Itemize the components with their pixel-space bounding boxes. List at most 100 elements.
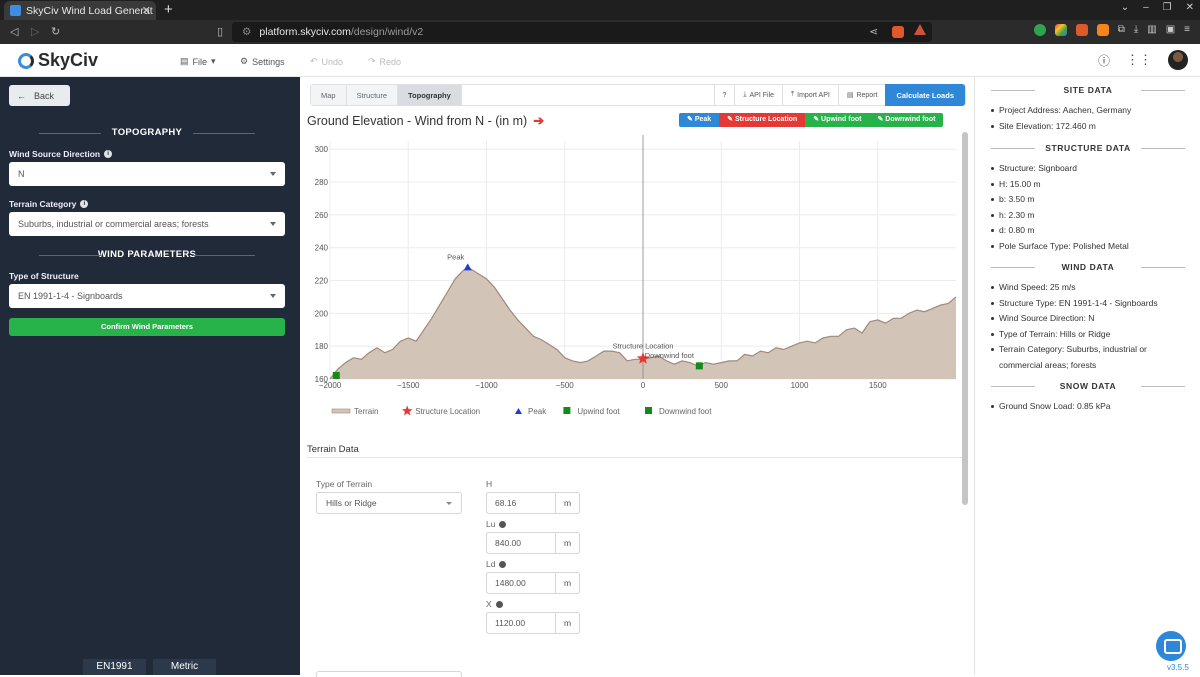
tab-map[interactable]: Map xyxy=(311,85,347,105)
terrain-category-select[interactable]: Suburbs, industrial or commercial areas;… xyxy=(9,212,285,236)
ld-input[interactable]: 1480.00 m xyxy=(486,572,580,594)
redo-button[interactable]: ↷ Redo xyxy=(368,56,401,67)
ld-label-text: Ld xyxy=(486,559,496,569)
info-icon[interactable] xyxy=(499,560,507,568)
next-field-partial xyxy=(316,671,462,677)
calculate-loads-button[interactable]: Calculate Loads xyxy=(885,84,965,106)
list-item: Structure: Signboard xyxy=(991,161,1191,177)
downwind-foot-button[interactable]: ✎ Downwind foot xyxy=(869,113,944,127)
honey-icon[interactable] xyxy=(1075,24,1088,36)
type-of-structure-select[interactable]: EN 1991-1-4 - Signboards xyxy=(9,284,285,308)
minimize-icon[interactable]: – xyxy=(1143,2,1149,13)
undo-button[interactable]: ↶ Undo xyxy=(310,56,343,67)
downwind-foot-button-label: Downwind foot xyxy=(885,116,936,123)
new-tab-icon[interactable]: + xyxy=(164,1,173,18)
extensions-icon[interactable]: ⧉ xyxy=(1118,24,1125,36)
lu-input[interactable]: 840.00 m xyxy=(486,532,580,554)
rewards-icon[interactable] xyxy=(914,24,926,35)
url-field[interactable]: ⚙ platform.skyciv.com/design/wind/v2 ⋖ xyxy=(232,22,932,42)
avatar[interactable] xyxy=(1168,50,1188,70)
close-window-icon[interactable]: ✕ xyxy=(1186,2,1194,13)
x-tick-label: −2000 xyxy=(319,381,342,390)
caret-down-icon xyxy=(446,502,452,505)
main-scrollbar[interactable] xyxy=(962,132,968,505)
elevation-chart[interactable]: 160180200220240260280300−2000 −1500 −1000−… xyxy=(300,135,962,425)
redo-icon: ↷ xyxy=(368,56,376,66)
skyciv-logo[interactable]: SkyCiv xyxy=(18,50,98,71)
browser-menu-icon[interactable]: ≡ xyxy=(1184,24,1190,36)
file-menu[interactable]: ▤ File ▾ xyxy=(180,56,216,67)
y-tick-label: 280 xyxy=(315,178,329,187)
wind-data-list: Wind Speed: 25 m/s Structure Type: EN 19… xyxy=(991,280,1191,373)
upwind-foot-marker xyxy=(332,372,340,379)
back-button[interactable]: ← Back xyxy=(9,85,70,106)
list-item: Type of Terrain: Hills or Ridge xyxy=(991,327,1191,343)
x-input[interactable]: 1120.00 m xyxy=(486,612,580,634)
wallet-icon[interactable]: ▣ xyxy=(1166,24,1175,36)
sidebar-toggle-icon[interactable]: ▥ xyxy=(1147,24,1156,36)
file-icon: ▤ xyxy=(180,56,189,66)
peak-button[interactable]: ✎ Peak xyxy=(679,113,720,127)
help-button[interactable]: ? xyxy=(713,85,735,105)
wind-source-direction-value: N xyxy=(18,169,25,179)
apps-grid-icon[interactable]: ⋮⋮ xyxy=(1126,52,1152,68)
structure-location-button[interactable]: ✎ Structure Location xyxy=(719,113,806,127)
x-tick-label: −500 xyxy=(556,381,575,390)
tab-topography[interactable]: Topography xyxy=(398,85,462,105)
site-data-list: Project Address: Aachen, Germany Site El… xyxy=(991,103,1191,134)
list-item: Wind Source Direction: N xyxy=(991,311,1191,327)
close-tab-icon[interactable]: ✕ xyxy=(142,4,151,17)
grammarly-icon[interactable] xyxy=(1033,24,1046,36)
share-icon[interactable]: ⋖ xyxy=(869,26,878,38)
wind-data-header: WIND DATA xyxy=(975,262,1200,272)
type-of-terrain-select[interactable]: Hills or Ridge xyxy=(316,492,462,514)
import-api-button[interactable]: ⤒ Import API xyxy=(782,85,838,105)
wind-source-direction-select[interactable]: N xyxy=(9,162,285,186)
info-icon[interactable]: i xyxy=(104,150,113,158)
metamask-icon[interactable] xyxy=(1096,24,1109,36)
help-icon[interactable]: ⓘ xyxy=(1098,52,1110,69)
units-badge[interactable]: Metric xyxy=(153,659,216,675)
legend-structure-swatch xyxy=(402,405,413,416)
download-icon: ⤓ xyxy=(743,91,747,98)
site-info-icon[interactable]: ⚙ xyxy=(242,26,251,38)
gear-icon: ⚙ xyxy=(240,56,249,66)
reload-icon[interactable]: ↻ xyxy=(51,25,60,38)
info-icon[interactable] xyxy=(495,600,503,608)
wind-source-direction-text: Wind Source Direction xyxy=(9,149,101,159)
browser-tab[interactable]: SkyCiv Wind Load Generat ✕ xyxy=(4,1,156,20)
api-file-button[interactable]: ⤓ API File xyxy=(734,85,782,105)
arrow-left-icon: ← xyxy=(17,90,26,101)
h-value: 68.16 xyxy=(495,498,517,508)
tab-list-icon[interactable]: ⌄ xyxy=(1121,2,1129,13)
topography-header: TOPOGRAPHY xyxy=(9,127,285,138)
chat-support-button[interactable] xyxy=(1156,631,1186,661)
downwind-foot-label: Downwind foot xyxy=(645,351,695,360)
chart-title-text: Ground Elevation - Wind from N - (in m) xyxy=(307,114,528,128)
bookmark-icon[interactable]: ▯ xyxy=(217,25,223,38)
brave-shields-icon[interactable] xyxy=(892,26,904,38)
maximize-icon[interactable]: ❐ xyxy=(1163,2,1172,13)
color-extension-icon[interactable] xyxy=(1054,24,1067,36)
structure-location-button-label: Structure Location xyxy=(734,116,798,123)
upwind-foot-button[interactable]: ✎ Upwind foot xyxy=(805,113,870,127)
peak-button-label: Peak xyxy=(694,116,712,123)
chart-marker-buttons: ✎ Peak ✎ Structure Location ✎ Upwind foo… xyxy=(679,113,944,127)
skyciv-favicon-icon xyxy=(10,5,21,16)
wind-source-direction-label: Wind Source Direction i xyxy=(9,149,113,159)
forward-nav-icon[interactable]: ▷ xyxy=(31,25,39,38)
confirm-wind-parameters-button[interactable]: Confirm Wind Parameters xyxy=(9,318,285,336)
back-nav-icon[interactable]: ◁ xyxy=(10,25,18,38)
design-code-badge[interactable]: EN1991 xyxy=(83,659,146,675)
downloads-icon[interactable]: ⤓ xyxy=(1134,24,1138,36)
info-icon[interactable]: i xyxy=(80,200,89,208)
tab-spacer xyxy=(461,85,714,105)
info-icon[interactable] xyxy=(499,520,507,528)
report-button[interactable]: ▤ Report xyxy=(837,85,886,105)
settings-menu[interactable]: ⚙ Settings xyxy=(240,56,285,67)
help-button-label: ? xyxy=(722,91,727,99)
browser-tab-strip: SkyCiv Wind Load Generat ✕ + ⌄ – ❐ ✕ xyxy=(0,0,1200,20)
lu-label: Lu xyxy=(486,519,507,529)
h-input[interactable]: 68.16 m xyxy=(486,492,580,514)
tab-structure[interactable]: Structure xyxy=(346,85,399,105)
